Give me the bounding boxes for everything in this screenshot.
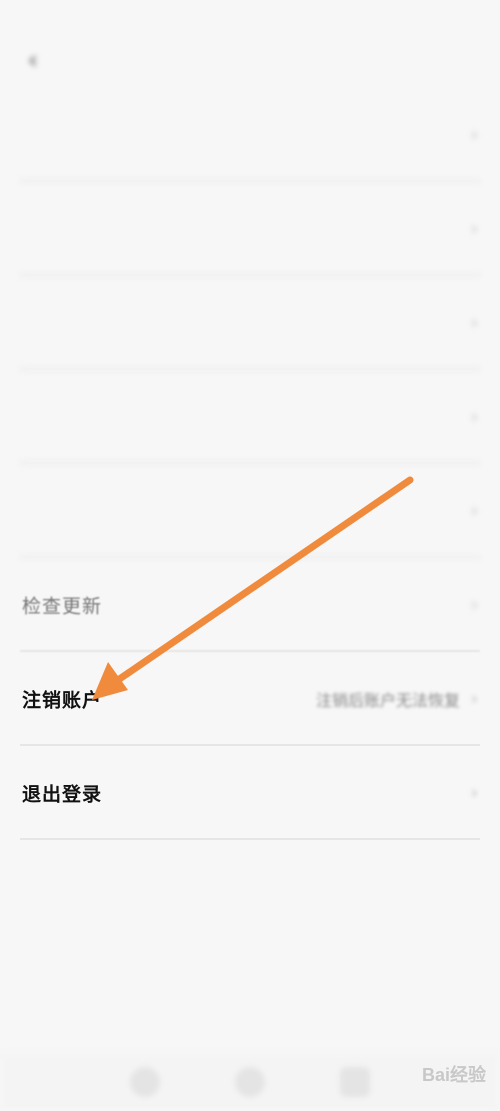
settings-row-4[interactable]: › bbox=[0, 370, 500, 464]
chevron-right-icon: › bbox=[470, 218, 478, 240]
row-value-cancel-account: 注销后账户无法恢复 bbox=[315, 691, 460, 710]
nav-bar: ‹ bbox=[0, 40, 500, 84]
chevron-right-icon: › bbox=[470, 406, 478, 428]
chevron-right-icon: › bbox=[470, 594, 478, 616]
settings-row-2[interactable]: › bbox=[0, 182, 500, 276]
settings-row-logout[interactable]: 退出登录 › bbox=[0, 746, 500, 840]
row-label-check-update: 检查更新 bbox=[22, 595, 103, 618]
settings-row-cancel-account[interactable]: 注销账户 注销后账户无法恢复 › bbox=[0, 652, 500, 746]
tab-profile-icon[interactable] bbox=[340, 1067, 370, 1097]
settings-row-5[interactable]: › bbox=[0, 464, 500, 558]
tab-discover-icon[interactable] bbox=[235, 1067, 265, 1097]
divider bbox=[20, 838, 480, 840]
chevron-left-icon[interactable]: ‹ bbox=[28, 48, 48, 72]
chevron-right-icon: › bbox=[470, 500, 478, 522]
settings-row-3[interactable]: › bbox=[0, 276, 500, 370]
status-bar bbox=[0, 0, 500, 34]
chevron-right-icon: › bbox=[470, 312, 478, 334]
chevron-right-icon: › bbox=[470, 124, 478, 146]
row-label-cancel-account: 注销账户 bbox=[22, 689, 103, 712]
chevron-right-icon: › bbox=[470, 688, 478, 710]
chevron-right-icon: › bbox=[470, 782, 478, 804]
settings-list: › › › › › 检查更新 › 注销账户 注销后账户无法恢复 › 退出登录 › bbox=[0, 88, 500, 840]
settings-row-1[interactable]: › bbox=[0, 88, 500, 182]
settings-row-check-update[interactable]: 检查更新 › bbox=[0, 558, 500, 652]
watermark: Bai经验 bbox=[421, 1065, 486, 1085]
tab-home-icon[interactable] bbox=[130, 1067, 160, 1097]
row-label-logout: 退出登录 bbox=[22, 783, 103, 806]
